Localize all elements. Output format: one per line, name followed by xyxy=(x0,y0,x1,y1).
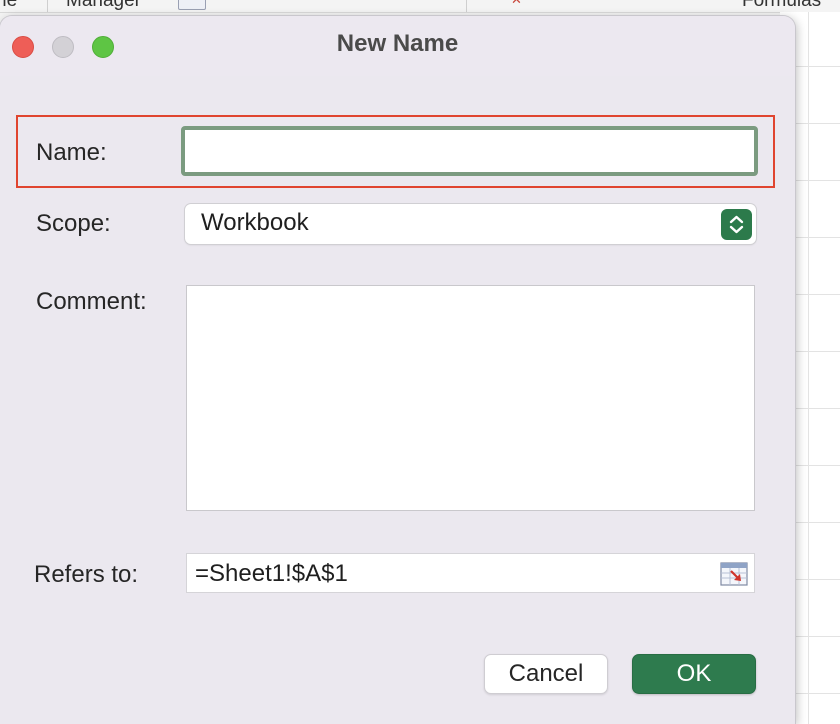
scope-label: Scope: xyxy=(36,210,111,237)
cancel-button[interactable]: Cancel xyxy=(484,654,608,694)
remove-arrows-icon[interactable]: ✕ xyxy=(511,0,523,6)
dialog-title: New Name xyxy=(336,30,459,57)
chevron-up-down-icon[interactable] xyxy=(721,209,752,240)
create-from-selection-icon[interactable] xyxy=(178,0,206,10)
comment-label: Comment: xyxy=(36,288,147,315)
scope-dropdown[interactable]: Workbook xyxy=(185,204,756,244)
toolbar-separator xyxy=(47,0,48,12)
ok-button[interactable]: OK xyxy=(632,654,756,694)
background-toolbar: ne Manager ✕ Formulas xyxy=(0,0,840,13)
collapse-dialog-icon[interactable] xyxy=(720,562,748,586)
toolbar-separator xyxy=(466,0,467,12)
grid-column-line xyxy=(808,12,809,724)
comment-textarea[interactable] xyxy=(186,285,755,511)
scope-selected-value: Workbook xyxy=(201,209,309,236)
name-manager-label[interactable]: Manager xyxy=(66,0,141,12)
new-name-dialog: New Name Name: Scope: Workbook Comment: … xyxy=(0,16,795,724)
name-label: Name: xyxy=(36,139,107,166)
dialog-titlebar[interactable]: New Name xyxy=(0,16,795,76)
background-toolbar-text: ne xyxy=(0,0,18,11)
refers-to-value: =Sheet1!$A$1 xyxy=(195,560,348,587)
name-input[interactable] xyxy=(181,126,758,176)
refers-to-field[interactable]: =Sheet1!$A$1 xyxy=(186,553,755,593)
refers-to-label: Refers to: xyxy=(34,561,139,588)
formulas-label[interactable]: Formulas xyxy=(742,0,821,12)
